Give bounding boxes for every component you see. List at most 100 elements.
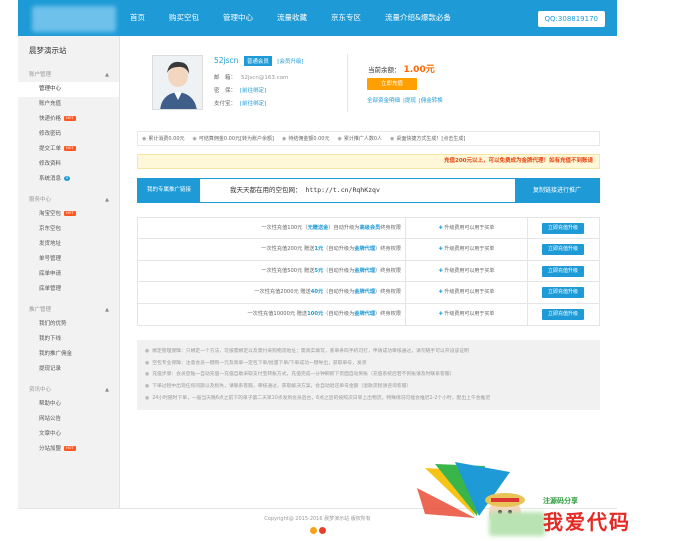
plan-text-hl2: 金牌代理 — [354, 310, 376, 317]
nav-item-1[interactable]: 购买空包 — [157, 0, 211, 36]
divider — [347, 54, 348, 112]
profile-panel: 52jscn 普通会员 [会员升级] 邮 箱： 52jscn@163.com 密 … — [137, 50, 600, 118]
plan-text-hl1: 100元 — [307, 310, 324, 317]
sidebar-item-label: 网站公告 — [39, 416, 62, 422]
stat-label: 可结算佣金0.00元[转为账户余额] — [198, 136, 274, 142]
sidebar-item[interactable]: 淘宝空包 HOT — [18, 207, 119, 222]
bind-security-link[interactable]: [前往绑定] — [240, 88, 266, 94]
sidebar-item[interactable]: 底单申请 — [18, 267, 119, 282]
bullet-icon: ● — [145, 372, 150, 378]
sidebar-group-title[interactable]: 推广管理 ▲ — [18, 303, 119, 317]
plan-text-pre: 一次性充值10000元 赠送 — [247, 310, 308, 317]
recharge-upgrade-button[interactable]: 立即充值升级 — [542, 265, 584, 277]
plan-text-hl1: 无赠送金 — [307, 225, 329, 231]
sidebar-item-label: 我的推广佣金 — [39, 351, 73, 357]
sidebar-item[interactable]: 快递价格 HOT — [18, 112, 119, 127]
stat-label: 累计消费0.00元 — [148, 136, 185, 142]
recharge-button[interactable]: 立即充值 — [367, 78, 417, 90]
share-link-panel: 我的专属推广链接 我天天都在用的空包网： http://t.cn/RqhKzqv … — [137, 178, 600, 203]
nav-item-2[interactable]: 管理中心 — [211, 0, 265, 36]
plan-note-text: 升级费用可以用于买单 — [444, 225, 495, 231]
watermark-caption: 注源码分享 — [543, 497, 578, 505]
copy-link-button[interactable]: 复制链接进行推广 — [515, 179, 599, 202]
sidebar-item[interactable]: 系统消息 0 — [18, 172, 119, 187]
sidebar-item[interactable]: 单号管理 — [18, 252, 119, 267]
sidebar-item-label: 帮助中心 — [39, 401, 62, 407]
badge-icon — [309, 527, 317, 534]
recharge-upgrade-button[interactable]: 立即充值升级 — [542, 308, 584, 320]
watermark-blur — [489, 512, 545, 536]
sidebar-item-label: 提现记录 — [39, 366, 62, 372]
bind-alipay-link[interactable]: [前往绑定] — [240, 101, 266, 107]
plan-row: 一次性充值500元 赠送5元（自动升级为金牌代理）终身权限 ✚ 升级费用可以用于买… — [138, 260, 599, 283]
plan-text-mid: （自动升级为 — [323, 310, 355, 317]
sidebar-group-title[interactable]: 资讯中心 ▲ — [18, 383, 119, 397]
username-text: 52jscn — [214, 56, 239, 65]
notice-text: 24小时随时下单，一般当天晚6点之前下的单子第二天早10点发到会员后台，6点之后… — [152, 395, 491, 401]
sidebar-item[interactable]: 发货地址 — [18, 237, 119, 252]
sidebar-item[interactable]: 修改密码 — [18, 127, 119, 142]
stat-label: 累计推广人数0人 — [343, 136, 383, 142]
sidebar-item[interactable]: 底单管理 — [18, 282, 119, 297]
avatar — [152, 55, 203, 110]
sidebar-item[interactable]: 管理中心 — [18, 82, 119, 97]
notice-box: ● 绑定管理保障：只绑定一个方法，可按需绑定以及需付采购物流地址；需真实填写，底单… — [137, 339, 600, 411]
plan-text-pre: 一次性充值2000元 赠送 — [254, 289, 311, 296]
sidebar-item-label: 账户充值 — [39, 101, 62, 107]
plan-text-post: ）终身权限 — [375, 289, 401, 296]
balance: 当前余额： 1.00元 — [368, 62, 435, 75]
plan-note-text: 升级费用可以用于买单 — [444, 246, 495, 253]
sidebar-item[interactable]: 我的下线 — [18, 332, 119, 347]
nav-item-4[interactable]: 京东专区 — [319, 0, 373, 36]
notice-item: ● 空包专业保障：注意会员一键购一元及简单一定包下单/批量下单/下单成功一键导出，… — [145, 358, 592, 370]
top-navbar: 首页 购买空包 管理中心 流量收藏 京东专区 流量介绍&爆款必备 QQ:308819170 — [18, 0, 617, 36]
stat-icon: ◉ — [281, 136, 287, 142]
stat-item: ◉ 可结算佣金0.00元[转为账户余额] — [193, 135, 274, 142]
sidebar-item[interactable]: 账户充值 — [18, 97, 119, 112]
sidebar-item-label: 修改资料 — [39, 161, 62, 167]
collapse-caret-icon[interactable]: ▲ — [105, 303, 109, 317]
stat-icon: ◉ — [142, 136, 147, 142]
sidebar-group-title[interactable]: 账户管理 ▲ — [18, 68, 119, 82]
alipay-label: 支付宝： — [214, 101, 237, 107]
sidebar-item-badge: HOT — [64, 116, 76, 121]
withdraw-link[interactable]: |提现 — [403, 98, 416, 104]
sidebar-item[interactable]: 提交工单 HOT — [18, 142, 119, 157]
sidebar-item-label: 分站加盟 — [39, 446, 62, 452]
collapse-caret-icon[interactable]: ▲ — [105, 383, 109, 397]
collapse-caret-icon[interactable]: ▲ — [105, 68, 109, 82]
sidebar-item-label: 管理中心 — [39, 86, 62, 92]
qq-contact[interactable]: QQ:308819170 — [537, 11, 605, 27]
plan-description: 一次性充值10000元 赠送100元（自动升级为金牌代理）终身权限 — [138, 303, 406, 325]
plan-note-text: 升级费用可以用于买单 — [444, 267, 495, 274]
balance-links: 全部资金明细 |提现 |佣金转换 — [367, 96, 446, 104]
sidebar-item[interactable]: 分站加盟 HOT — [18, 442, 119, 457]
sidebar-item-badge: HOT — [64, 146, 76, 151]
plan-text-hl2: 金牌代理 — [354, 289, 376, 296]
upgrade-member-link[interactable]: [会员升级] — [277, 59, 303, 65]
share-url[interactable]: http://t.cn/RqhKzqv — [306, 186, 380, 194]
recharge-upgrade-button[interactable]: 立即充值升级 — [542, 244, 584, 256]
sidebar-item[interactable]: 修改资料 — [18, 157, 119, 172]
sidebar-item[interactable]: 提现记录 — [18, 362, 119, 377]
fund-details-link[interactable]: 全部资金明细 — [367, 98, 400, 104]
recharge-upgrade-button[interactable]: 立即充值升级 — [542, 287, 584, 299]
sidebar-item[interactable]: 京东空包 — [18, 222, 119, 237]
nav-item-5[interactable]: 流量介绍&爆款必备 — [373, 0, 463, 36]
sidebar-item-label: 我们的优势 — [39, 321, 67, 327]
collapse-caret-icon[interactable]: ▲ — [105, 193, 109, 207]
sidebar-item[interactable]: 网站公告 — [18, 412, 119, 427]
sidebar-item[interactable]: 文章中心 — [18, 427, 119, 442]
recharge-upgrade-button[interactable]: 立即充值升级 — [542, 223, 584, 234]
sidebar-item[interactable]: 帮助中心 — [18, 397, 119, 412]
site-logo[interactable] — [32, 6, 116, 32]
plan-note: ✚ 升级费用可以用于买单 — [406, 303, 528, 325]
nav-item-3[interactable]: 流量收藏 — [265, 0, 319, 36]
nav-item-0[interactable]: 首页 — [118, 0, 157, 36]
sidebar-item[interactable]: 我的推广佣金 — [18, 347, 119, 362]
sidebar-item[interactable]: 我们的优势 — [18, 317, 119, 332]
plan-text-pre: 一次性充值200元 赠送 — [261, 246, 315, 253]
sidebar-group-title[interactable]: 服务中心 ▲ — [18, 193, 119, 207]
plan-row: 一次性充值10000元 赠送100元（自动升级为金牌代理）终身权限 ✚ 升级费用可… — [138, 303, 599, 325]
commission-convert-link[interactable]: |佣金转换 — [419, 98, 443, 104]
